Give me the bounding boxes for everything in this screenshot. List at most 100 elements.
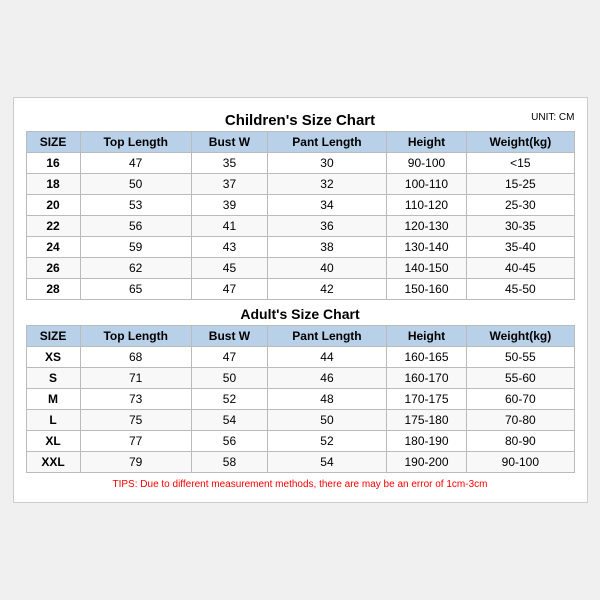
table-cell: 52	[191, 389, 267, 410]
children-title-text: Children's Size Chart	[225, 112, 375, 129]
table-cell: 80-90	[467, 431, 574, 452]
table-cell: 36	[268, 216, 387, 237]
table-cell: 79	[80, 452, 191, 473]
table-cell: 37	[191, 174, 267, 195]
table-cell: 42	[268, 279, 387, 300]
table-cell: 130-140	[386, 237, 466, 258]
children-col-top-length: Top Length	[80, 132, 191, 153]
table-cell: 50	[80, 174, 191, 195]
table-cell: 35-40	[467, 237, 574, 258]
table-cell: 56	[191, 431, 267, 452]
table-cell: 73	[80, 389, 191, 410]
table-cell: 190-200	[386, 452, 466, 473]
table-cell: 54	[191, 410, 267, 431]
table-cell: 45	[191, 258, 267, 279]
table-cell: 160-170	[386, 368, 466, 389]
table-row: XXL795854190-20090-100	[26, 452, 574, 473]
table-cell: 47	[80, 153, 191, 174]
adult-table-header: SIZE Top Length Bust W Pant Length Heigh…	[26, 326, 574, 347]
table-cell: 47	[191, 347, 267, 368]
tips-text: TIPS: Due to different measurement metho…	[26, 479, 575, 490]
table-cell: 65	[80, 279, 191, 300]
adult-size-table: SIZE Top Length Bust W Pant Length Heigh…	[26, 325, 575, 473]
table-cell: 32	[268, 174, 387, 195]
table-row: 28654742150-16045-50	[26, 279, 574, 300]
table-row: L755450175-18070-80	[26, 410, 574, 431]
table-cell: XS	[26, 347, 80, 368]
table-cell: L	[26, 410, 80, 431]
adult-title: Adult's Size Chart	[26, 300, 575, 325]
table-cell: 56	[80, 216, 191, 237]
table-cell: 38	[268, 237, 387, 258]
table-cell: 75	[80, 410, 191, 431]
adult-col-bust-w: Bust W	[191, 326, 267, 347]
table-row: 20533934110-12025-30	[26, 195, 574, 216]
table-cell: S	[26, 368, 80, 389]
table-cell: 39	[191, 195, 267, 216]
adult-col-size: SIZE	[26, 326, 80, 347]
table-cell: XL	[26, 431, 80, 452]
adult-col-weight: Weight(kg)	[467, 326, 574, 347]
table-cell: 46	[268, 368, 387, 389]
table-cell: 140-150	[386, 258, 466, 279]
table-cell: 150-160	[386, 279, 466, 300]
adult-col-height: Height	[386, 326, 466, 347]
table-cell: 55-60	[467, 368, 574, 389]
table-cell: 30	[268, 153, 387, 174]
table-cell: 60-70	[467, 389, 574, 410]
table-cell: 100-110	[386, 174, 466, 195]
table-cell: 43	[191, 237, 267, 258]
table-cell: 90-100	[467, 452, 574, 473]
table-cell: 48	[268, 389, 387, 410]
table-cell: 180-190	[386, 431, 466, 452]
table-cell: 35	[191, 153, 267, 174]
table-row: M735248170-17560-70	[26, 389, 574, 410]
table-cell: 52	[268, 431, 387, 452]
children-size-table: SIZE Top Length Bust W Pant Length Heigh…	[26, 131, 575, 300]
table-row: 18503732100-11015-25	[26, 174, 574, 195]
table-cell: 40	[268, 258, 387, 279]
main-title: Children's Size Chart UNIT: CM	[26, 108, 575, 131]
children-col-bust-w: Bust W	[191, 132, 267, 153]
table-cell: 120-130	[386, 216, 466, 237]
table-cell: 40-45	[467, 258, 574, 279]
chart-container: Children's Size Chart UNIT: CM SIZE Top …	[13, 97, 588, 503]
adult-title-text: Adult's Size Chart	[240, 306, 359, 322]
table-cell: 160-165	[386, 347, 466, 368]
children-col-pant-length: Pant Length	[268, 132, 387, 153]
table-cell: 50-55	[467, 347, 574, 368]
table-cell: 62	[80, 258, 191, 279]
table-cell: 28	[26, 279, 80, 300]
table-cell: 90-100	[386, 153, 466, 174]
table-cell: 110-120	[386, 195, 466, 216]
adult-col-pant-length: Pant Length	[268, 326, 387, 347]
table-cell: 45-50	[467, 279, 574, 300]
table-cell: <15	[467, 153, 574, 174]
table-cell: 24	[26, 237, 80, 258]
table-cell: 50	[191, 368, 267, 389]
table-row: 22564136120-13030-35	[26, 216, 574, 237]
table-cell: 170-175	[386, 389, 466, 410]
table-cell: 58	[191, 452, 267, 473]
table-cell: 71	[80, 368, 191, 389]
children-col-weight: Weight(kg)	[467, 132, 574, 153]
table-cell: 15-25	[467, 174, 574, 195]
children-col-size: SIZE	[26, 132, 80, 153]
adult-table-body: XS684744160-16550-55S715046160-17055-60M…	[26, 347, 574, 473]
table-cell: 50	[268, 410, 387, 431]
children-col-height: Height	[386, 132, 466, 153]
children-table-body: 1647353090-100<1518503732100-11015-25205…	[26, 153, 574, 300]
table-cell: 41	[191, 216, 267, 237]
table-cell: 20	[26, 195, 80, 216]
table-cell: 54	[268, 452, 387, 473]
table-cell: 44	[268, 347, 387, 368]
table-cell: 175-180	[386, 410, 466, 431]
table-row: S715046160-17055-60	[26, 368, 574, 389]
table-row: 1647353090-100<15	[26, 153, 574, 174]
table-row: 24594338130-14035-40	[26, 237, 574, 258]
table-cell: 70-80	[467, 410, 574, 431]
table-cell: 30-35	[467, 216, 574, 237]
table-row: XS684744160-16550-55	[26, 347, 574, 368]
table-cell: 22	[26, 216, 80, 237]
table-cell: 59	[80, 237, 191, 258]
